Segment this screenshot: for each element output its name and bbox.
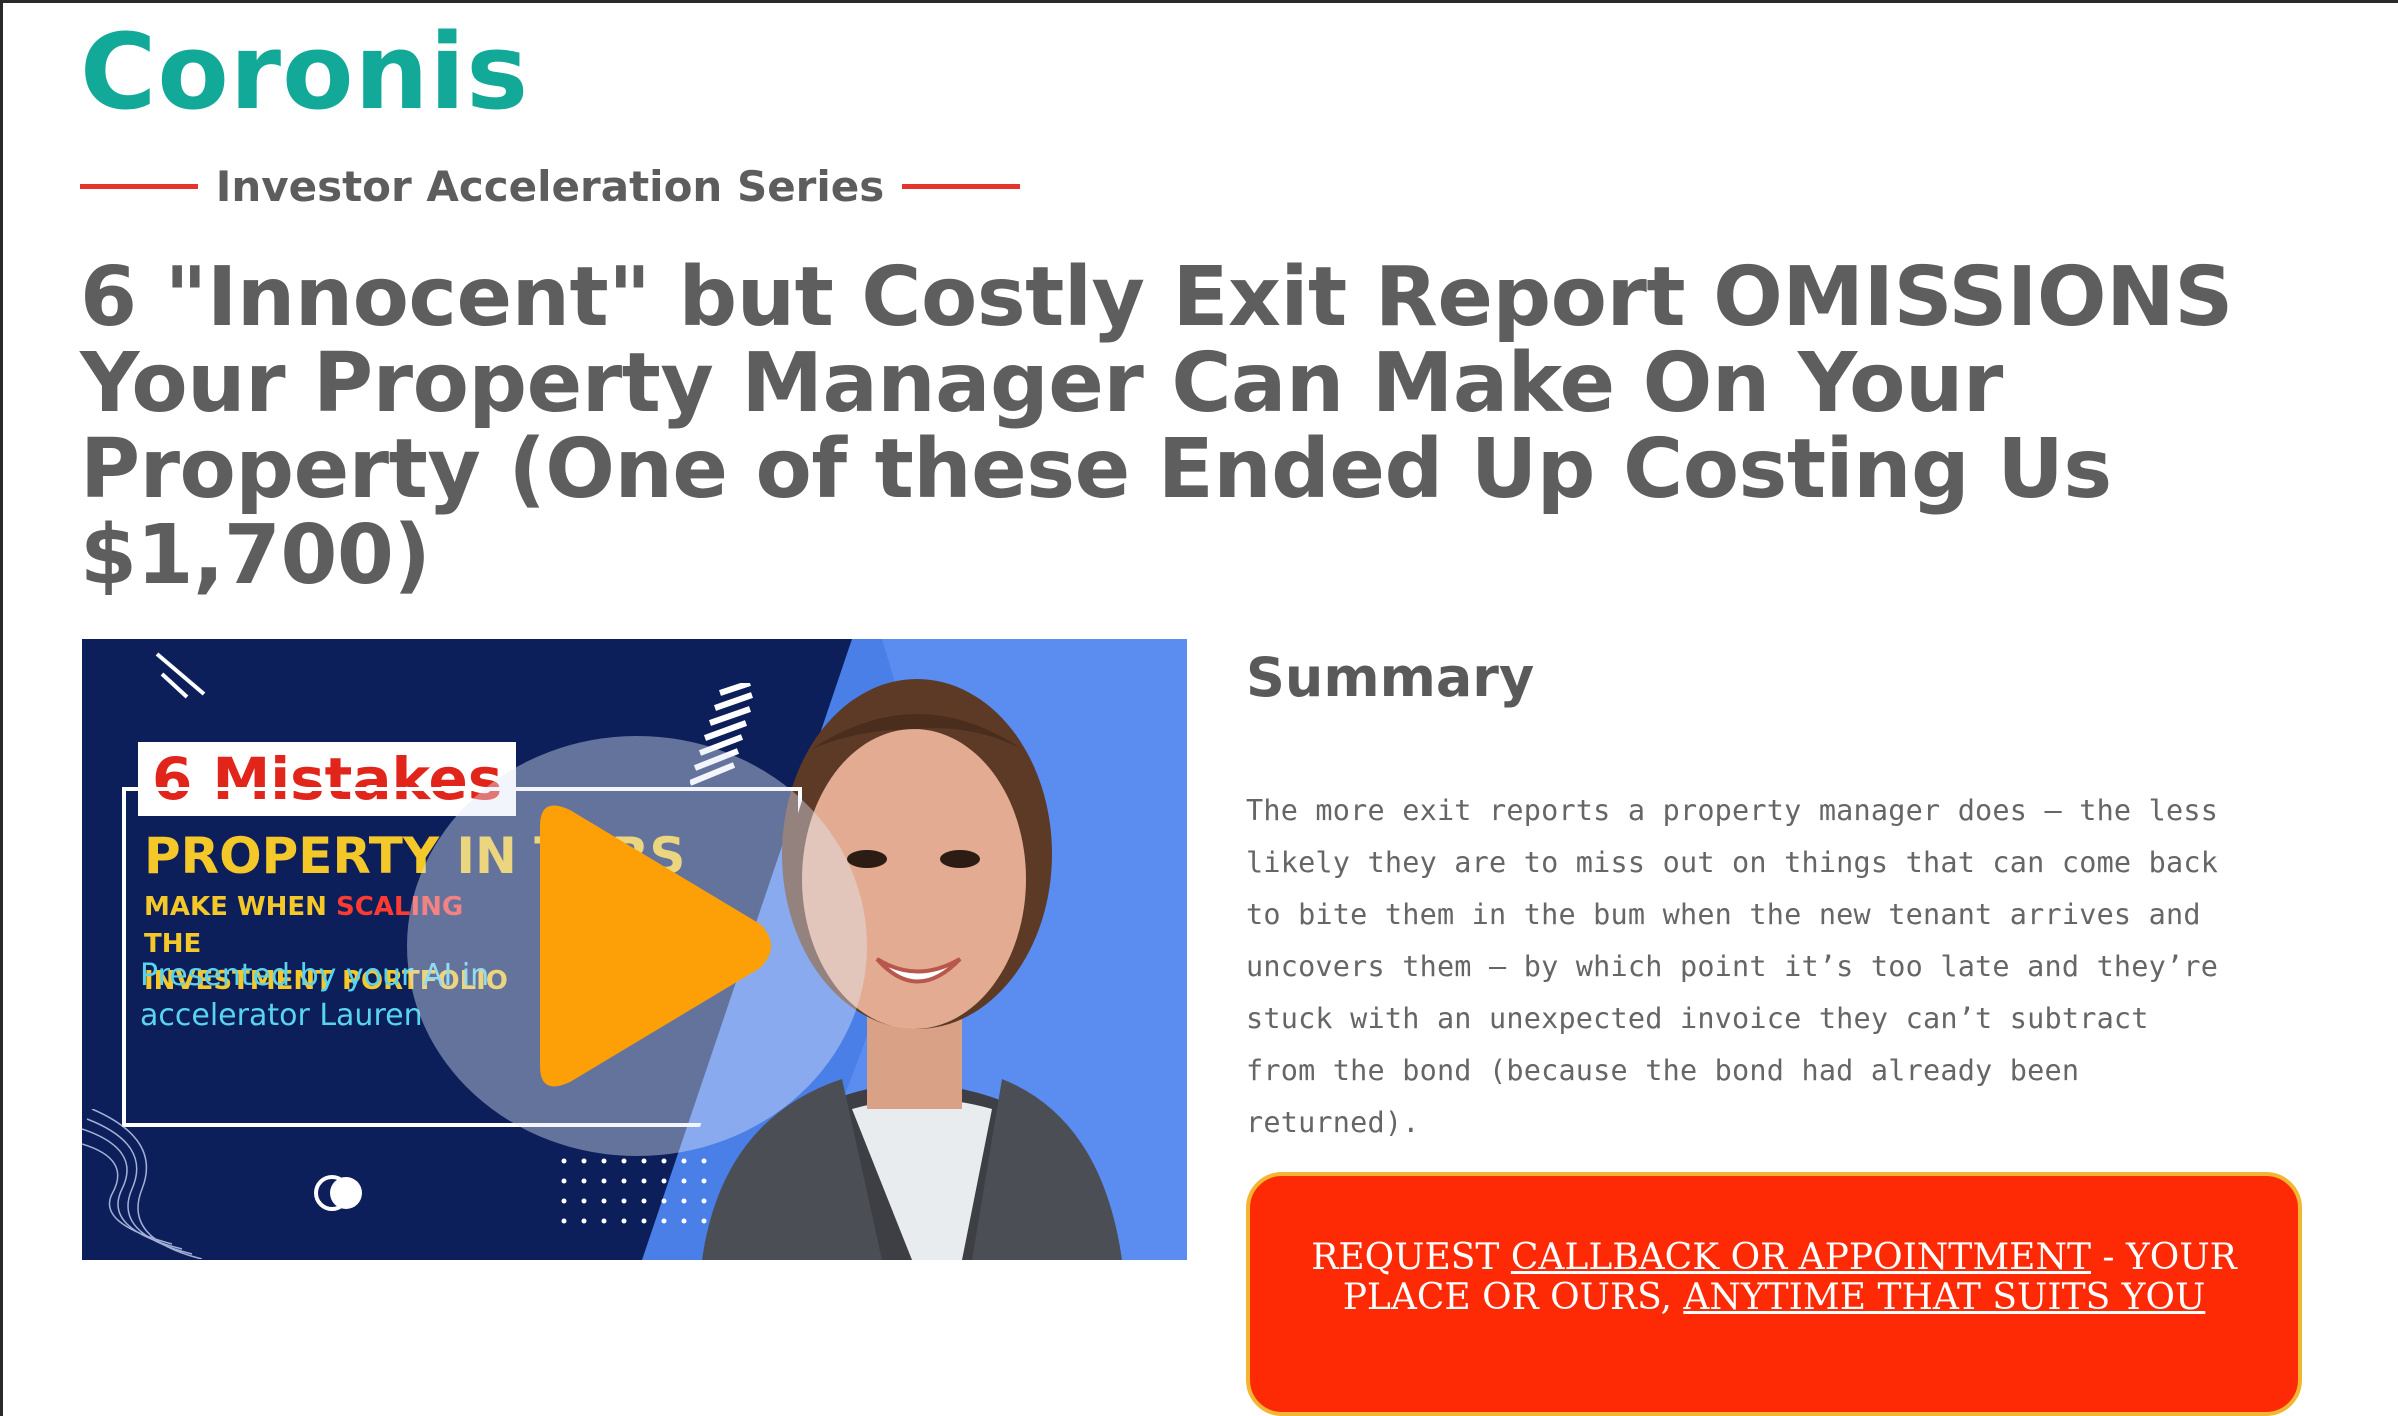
wave-decoration [82,1109,202,1259]
callback-appointment-link[interactable]: CALLBACK OR APPOINTMENT [1511,1237,2091,1278]
video-player[interactable]: 6 Mistakes PROPERTY IN TORS MAKE WHEN SC… [82,639,1187,1260]
anytime-link[interactable]: ANYTIME THAT SUITS YOU [1683,1277,2205,1318]
play-icon[interactable] [520,796,780,1096]
video-subtitle-part1: MAKE WHEN [144,892,336,922]
page-title: 6 "Innocent" but Costly Exit Report OMIS… [80,250,2233,603]
video-subtitle-part2: THE [144,929,202,959]
window-top-border [0,0,2398,3]
toggle-icon [314,1175,362,1211]
summary-text: The more exit reports a property manager… [1246,794,2219,1139]
dot-grid-decoration [561,1158,707,1224]
series-line-right [902,183,1020,189]
series-label: Investor Acceleration Series [215,161,885,211]
series-line-left [80,183,198,189]
presenter-line-2: accelerator Lauren [140,998,423,1033]
cta-text-1: REQUEST [1311,1237,1511,1278]
window-left-border [0,0,3,1416]
summary-heading: Summary [1246,646,1535,709]
series-label-row: Investor Acceleration Series [80,160,1020,212]
callback-request-button[interactable]: REQUEST CALLBACK OR APPOINTMENT - YOUR P… [1246,1172,2302,1416]
brand-logo[interactable]: Coronis [80,10,529,135]
